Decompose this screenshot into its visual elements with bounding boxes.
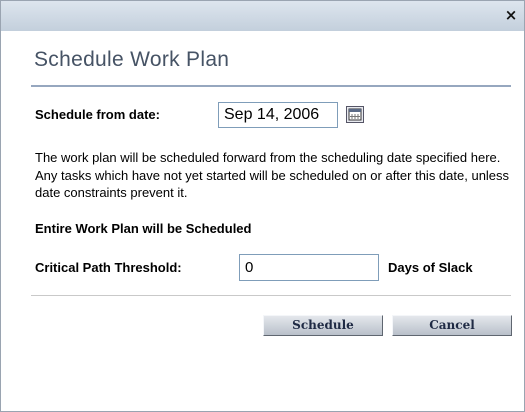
schedule-from-date-input[interactable]: Sep 14, 2006	[218, 102, 338, 128]
schedule-work-plan-dialog: × Schedule Work Plan Schedule from date:…	[0, 0, 525, 412]
calendar-icon[interactable]	[346, 106, 364, 123]
dialog-titlebar: ×	[1, 1, 524, 31]
schedule-from-label: Schedule from date:	[35, 107, 160, 122]
schedule-description: The work plan will be scheduled forward …	[35, 150, 510, 200]
entire-plan-label: Entire Work Plan will be Scheduled	[35, 221, 252, 236]
cancel-button[interactable]: Cancel	[392, 315, 512, 336]
close-icon[interactable]: ×	[502, 6, 520, 24]
schedule-button[interactable]: Schedule	[263, 315, 383, 336]
button-divider	[31, 295, 511, 296]
dialog-title: Schedule Work Plan	[34, 48, 230, 71]
critical-path-label: Critical Path Threshold:	[35, 260, 182, 275]
days-of-slack-label: Days of Slack	[388, 260, 473, 275]
critical-path-threshold-input[interactable]: 0	[239, 254, 379, 281]
title-divider	[31, 85, 511, 87]
